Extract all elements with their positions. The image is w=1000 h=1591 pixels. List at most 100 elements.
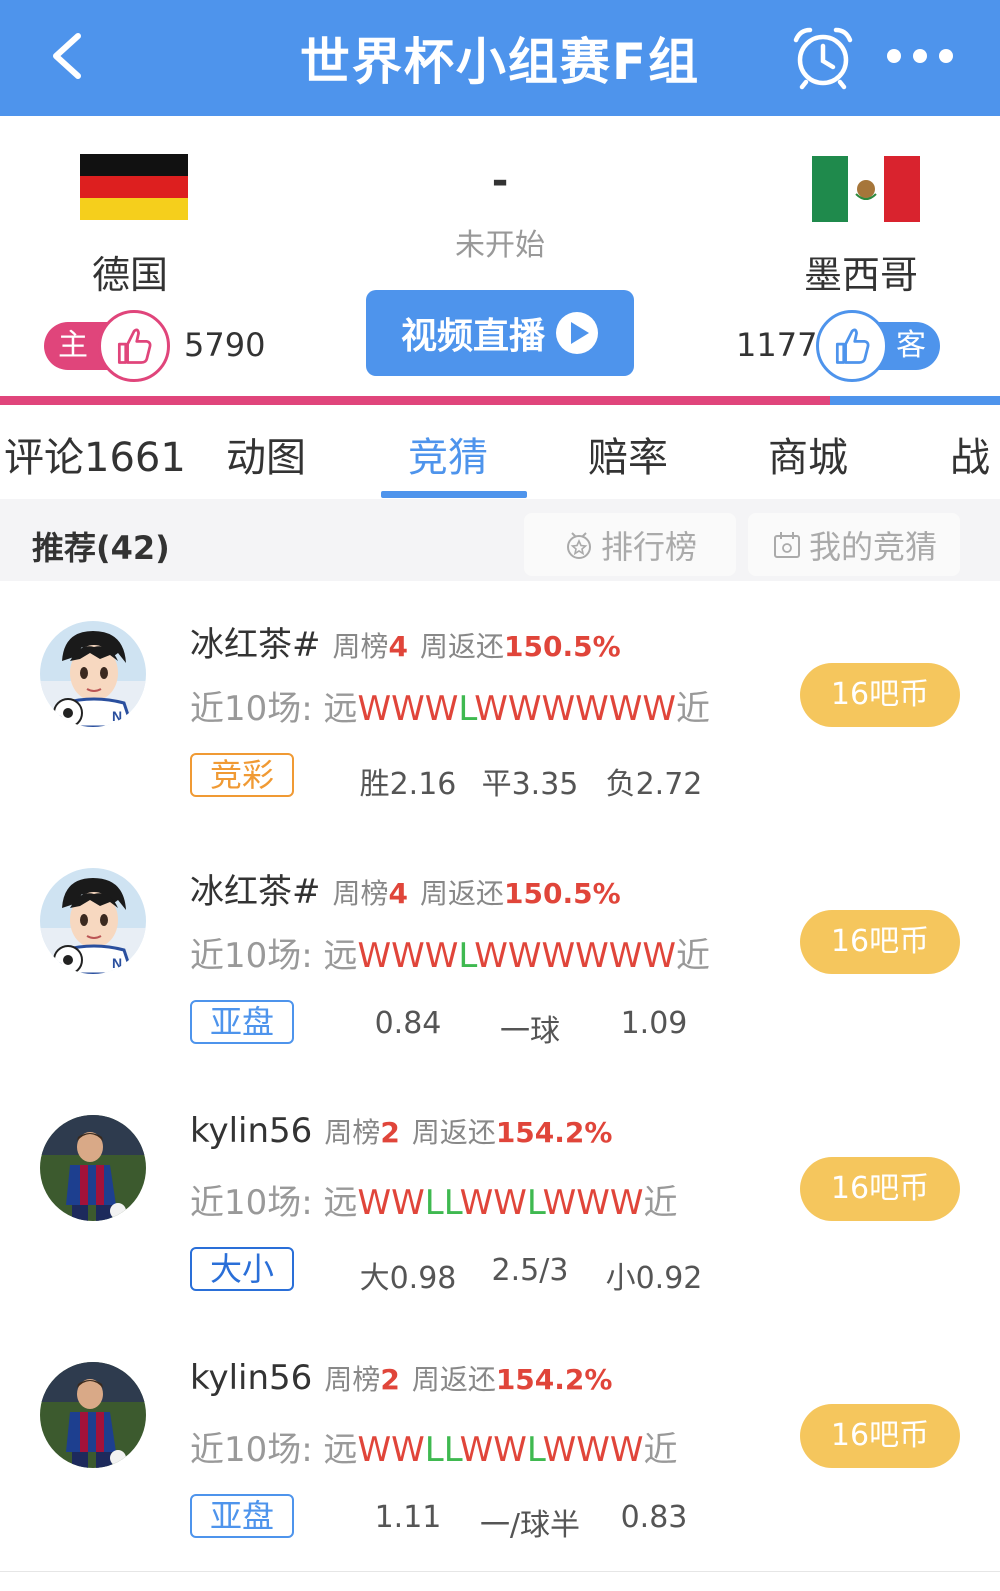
- germany-flag-icon: [80, 154, 188, 220]
- mexico-flag-icon: [812, 156, 920, 222]
- result-loss: L: [424, 1430, 444, 1470]
- result-win: W: [493, 1183, 527, 1223]
- bet-type-tag: 亚盘: [190, 1494, 294, 1538]
- weekly-rank-value: 2: [380, 1116, 400, 1149]
- result-win: W: [474, 936, 508, 976]
- result-win: W: [459, 1430, 494, 1470]
- result-loss: L: [458, 689, 475, 729]
- odds-value: 一/球半: [479, 1508, 581, 1543]
- recommend-count: 推荐(42): [32, 529, 170, 567]
- tab-guess[interactable]: 竞猜: [408, 425, 488, 483]
- result-win: W: [541, 936, 576, 976]
- avatar[interactable]: N: [40, 868, 146, 974]
- my-guess-button[interactable]: 我的竞猜: [748, 513, 960, 576]
- result-win: W: [642, 936, 676, 976]
- result-win: W: [493, 1430, 527, 1470]
- recent-suffix: 近: [675, 936, 710, 976]
- weekly-return: 周返还154.2%: [412, 1116, 613, 1149]
- weekly-rank: 周榜2: [324, 1363, 400, 1396]
- price-button[interactable]: 16吧币: [800, 910, 960, 974]
- price-button[interactable]: 16吧币: [800, 663, 960, 727]
- result-win: W: [424, 936, 459, 976]
- recommend-bar: 推荐(42) 排行榜 我的竞猜: [0, 499, 1000, 590]
- tab-comments[interactable]: 评论1661: [4, 425, 186, 483]
- away-team-name: 墨西哥: [804, 253, 919, 297]
- result-win: W: [575, 689, 609, 729]
- result-win: W: [576, 1183, 610, 1223]
- price-button[interactable]: 16吧币: [800, 1157, 960, 1221]
- username[interactable]: 冰红茶#: [190, 625, 321, 665]
- tab-odds[interactable]: 赔率: [588, 425, 668, 483]
- result-loss: L: [526, 1430, 543, 1470]
- result-loss: L: [526, 1183, 543, 1223]
- avatar[interactable]: N: [40, 621, 146, 727]
- my-guess-label: 我的竞猜: [808, 527, 937, 566]
- video-live-button[interactable]: 视频直播: [366, 290, 634, 376]
- back-arrow-icon[interactable]: [44, 28, 100, 84]
- match-status: 未开始: [455, 228, 545, 263]
- svg-text:N: N: [112, 955, 122, 971]
- result-win: W: [609, 1430, 644, 1470]
- username[interactable]: kylin56: [190, 1358, 312, 1398]
- result-win: W: [357, 689, 392, 729]
- avatar[interactable]: [40, 1115, 146, 1221]
- away-like-button[interactable]: 客: [816, 310, 940, 382]
- odds-value: 0.84: [374, 1006, 442, 1041]
- result-loss: L: [458, 936, 475, 976]
- recent-prefix: 近10场: 远: [190, 1430, 358, 1470]
- weekly-return-label: 周返还: [420, 630, 505, 663]
- weekly-return-value: 154.2%: [495, 1363, 613, 1396]
- list-item[interactable]: kylin56 周榜2 周返还154.2% 近10场: 远WWLLWWLWWW近 大小大…: [0, 1075, 1000, 1325]
- list-item[interactable]: N 冰红茶# 周榜4 周返还150.5% 近10场: 远WWWLWWWWWW近 竞彩 胜2.…: [0, 581, 1000, 831]
- home-thumb-circle: [98, 310, 170, 382]
- username[interactable]: 冰红茶#: [190, 872, 321, 912]
- bet-type-tag: 大小: [190, 1247, 294, 1291]
- tab-bar: 评论1661 动图 竞猜 赔率 商城 战: [0, 405, 1000, 499]
- weekly-return-value: 150.5%: [504, 877, 621, 910]
- list-item[interactable]: N 冰红茶# 周榜4 周返还150.5% 近10场: 远WWWLWWWWWW近 亚盘 0.8…: [0, 828, 1000, 1078]
- nav-bar: 世界杯小组赛F组: [0, 0, 1000, 116]
- user-info-line: 冰红茶# 周榜4 周返还150.5%: [190, 864, 621, 913]
- weekly-return: 周返还154.2%: [412, 1363, 613, 1396]
- result-win: W: [424, 689, 459, 729]
- odds-value: 负2.72: [605, 767, 703, 802]
- odds-value: 2.5/3: [491, 1253, 569, 1288]
- result-win: W: [357, 936, 392, 976]
- username[interactable]: kylin56: [190, 1111, 312, 1151]
- result-win: W: [608, 689, 643, 729]
- result-win: W: [459, 1183, 494, 1223]
- odds-value: 平3.35: [481, 767, 579, 802]
- price-button[interactable]: 16吧币: [800, 1404, 960, 1468]
- odds-value: 1.09: [620, 1006, 688, 1041]
- avatar[interactable]: [40, 1362, 146, 1468]
- weekly-rank: 周榜2: [324, 1116, 400, 1149]
- odds-value: 大0.98: [359, 1261, 457, 1296]
- more-icon[interactable]: [884, 46, 956, 66]
- result-win: W: [542, 1183, 577, 1223]
- tab-battle[interactable]: 战: [950, 425, 990, 483]
- weekly-rank-label: 周榜: [332, 630, 389, 663]
- odds-value: 一球: [500, 1014, 560, 1049]
- list-item[interactable]: kylin56 周榜2 周返还154.2% 近10场: 远WWLLWWLWWW近 亚盘 1…: [0, 1322, 1000, 1572]
- weekly-rank-label: 周榜: [324, 1116, 381, 1149]
- home-like-button[interactable]: 主: [44, 310, 170, 382]
- result-win: W: [642, 689, 676, 729]
- odds-value: 胜2.16: [359, 767, 457, 802]
- tab-shop[interactable]: 商城: [768, 425, 848, 483]
- result-win: W: [391, 689, 425, 729]
- result-win: W: [391, 1183, 425, 1223]
- alarm-clock-icon[interactable]: [790, 24, 856, 90]
- recent-suffix: 近: [643, 1183, 678, 1223]
- weekly-return: 周返还150.5%: [420, 877, 621, 910]
- odds-value: 小0.92: [605, 1261, 703, 1296]
- ranking-button[interactable]: 排行榜: [524, 513, 736, 576]
- match-panel: 德国 - 未开始 视频直播 墨西哥 主 5790 1177 客: [0, 116, 1000, 406]
- weekly-return-value: 154.2%: [495, 1116, 613, 1149]
- home-team-name: 德国: [92, 253, 169, 297]
- bet-type-tag: 亚盘: [190, 1000, 294, 1044]
- result-loss: L: [443, 1430, 460, 1470]
- video-live-label: 视频直播: [400, 316, 545, 357]
- tab-gifs[interactable]: 动图: [226, 425, 306, 483]
- weekly-rank-label: 周榜: [332, 877, 389, 910]
- result-loss: L: [443, 1183, 460, 1223]
